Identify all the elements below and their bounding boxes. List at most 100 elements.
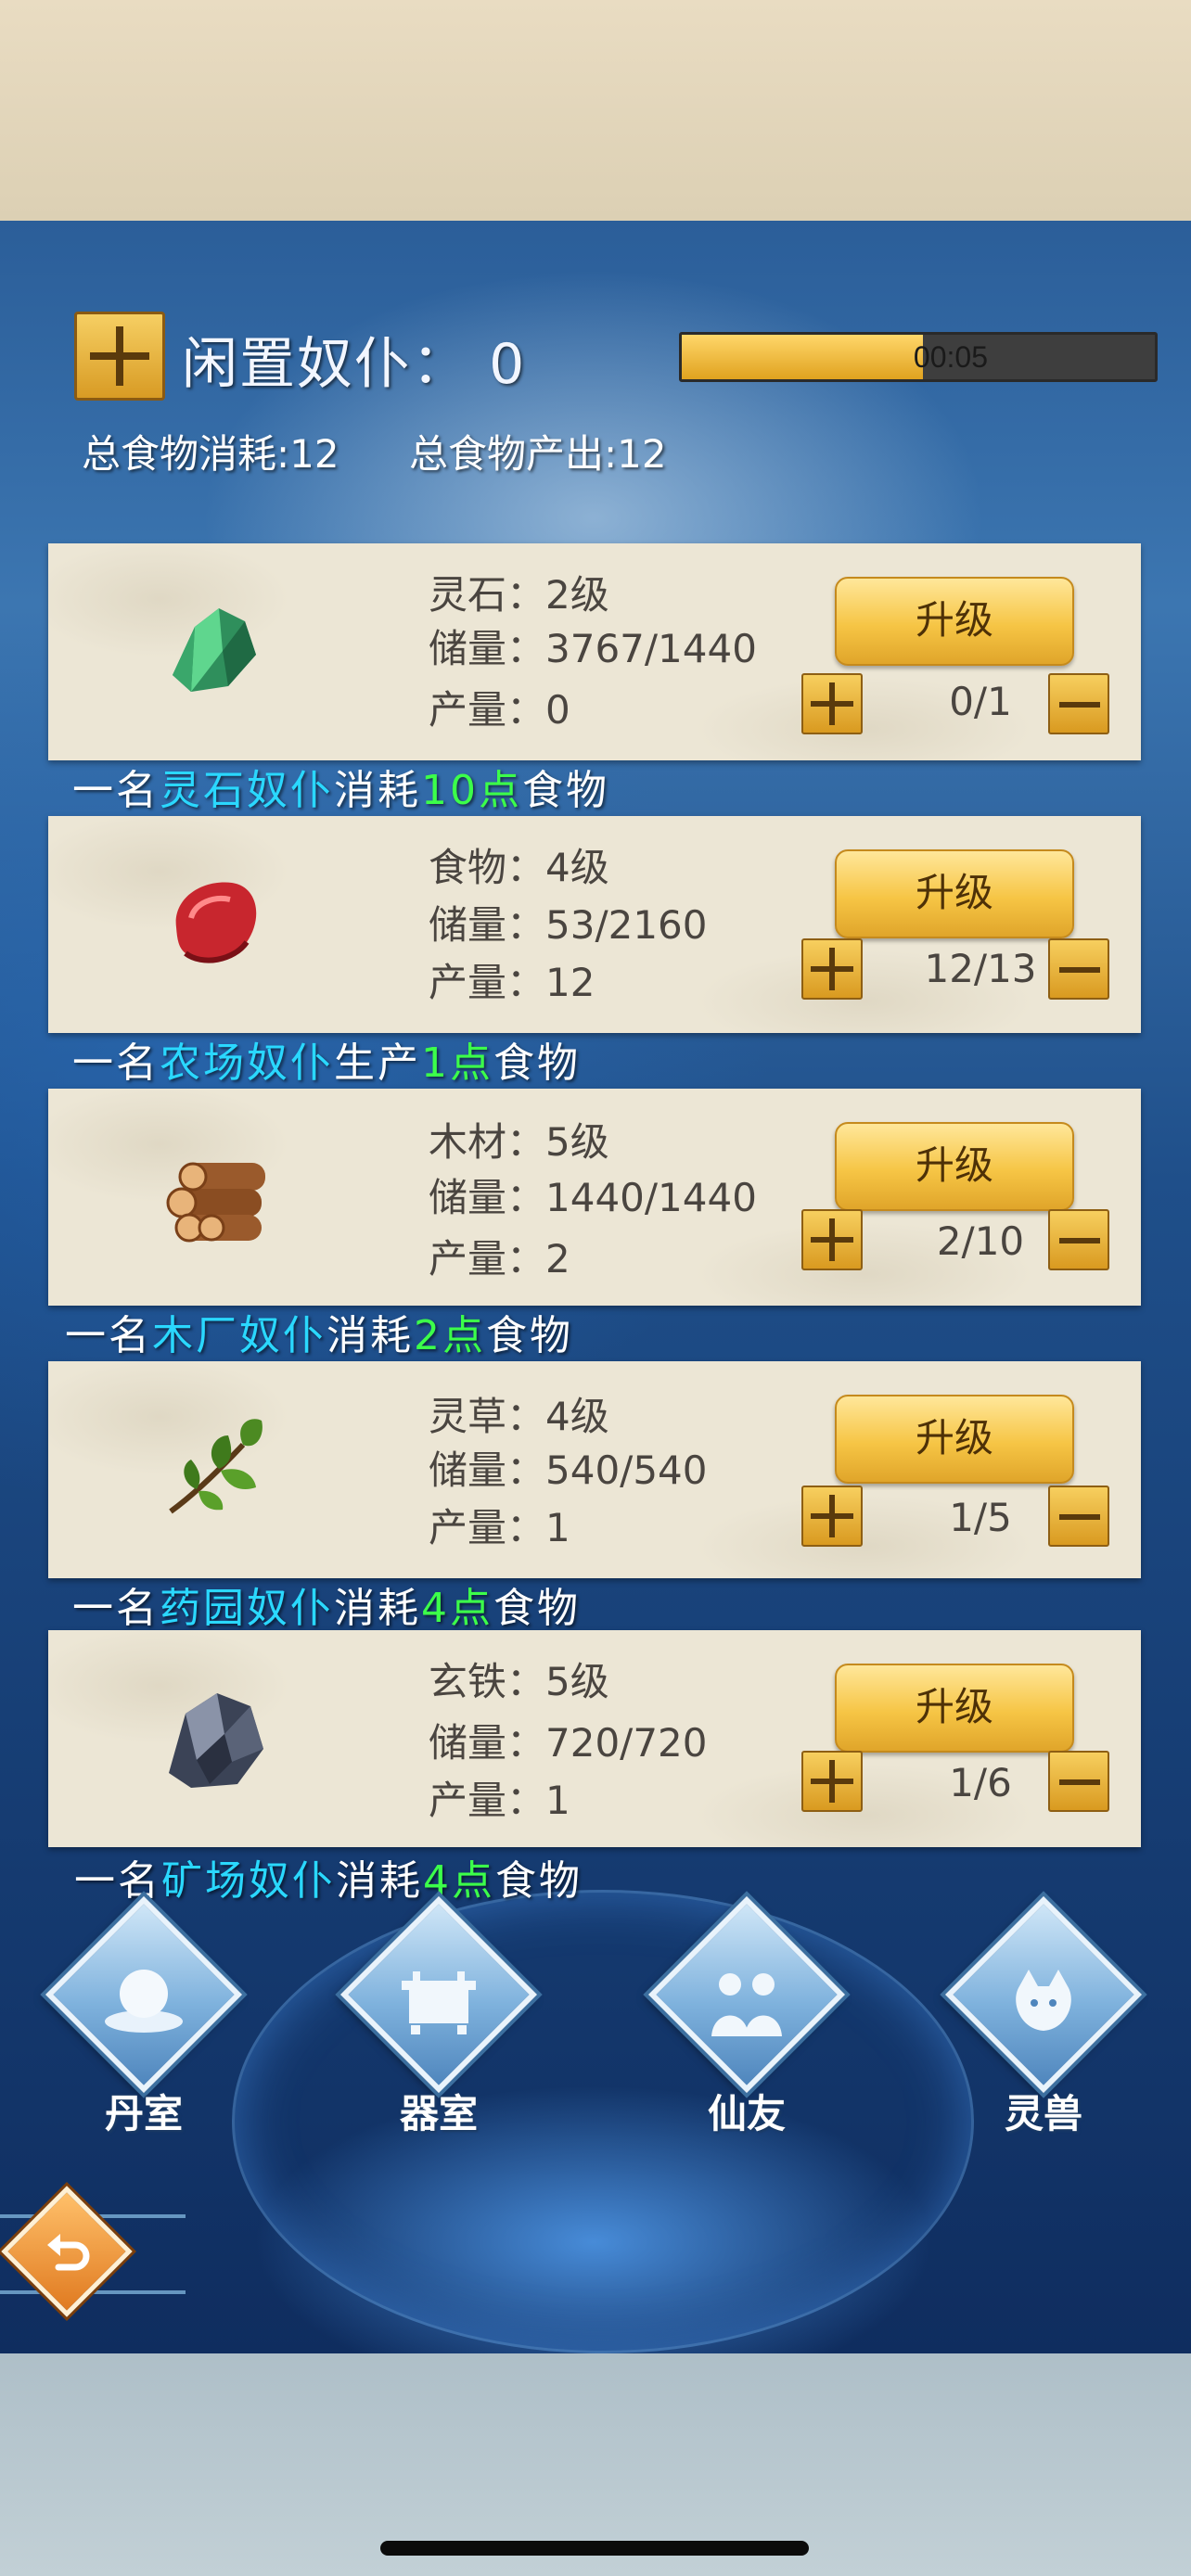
nav-label: 仙友 [707,2091,786,2136]
worker-count: 0/1 [949,679,1012,724]
note-suffix: 食物 [493,1585,581,1632]
resource-output: 产量：1 [429,1505,570,1550]
note-amount: 2点 [414,1312,486,1359]
minus-icon [1059,1238,1100,1243]
worker-count: 12/13 [924,946,1037,991]
remove-worker-button[interactable] [1048,1751,1109,1812]
return-arrow-icon [47,2234,90,2271]
resource-name-level: 木材：5级 [429,1119,609,1165]
remove-worker-button[interactable] [1048,673,1109,734]
resource-output: 产量：2 [429,1236,570,1282]
total-food-output: 总食物产出:12 [408,431,667,477]
total-food-consumption: 总食物消耗:12 [82,431,339,477]
back-button[interactable] [1,2186,133,2317]
resource-card: 玄铁：5级 储量：720/720 产量：1 升级 1/6 [48,1630,1141,1847]
resource-card: 灵石：2级 储量：3767/1440 产量：0 升级 0/1 [48,543,1141,760]
minus-icon [1059,1514,1100,1520]
home-indicator[interactable] [380,2541,809,2556]
resource-card: 木材：5级 储量：1440/1440 产量：2 升级 2/10 [48,1089,1141,1306]
idle-servants-label: 闲置奴仆： 0 [182,319,526,400]
worker-food-note: 一名灵石奴仆消耗10点食物 [72,757,609,816]
idle-servants-count: 0 [489,332,527,397]
upgrade-button[interactable]: 升级 [835,849,1074,938]
resource-storage: 储量：1440/1440 [429,1175,757,1220]
note-amount: 1点 [421,1039,493,1087]
add-worker-button[interactable] [801,938,863,1000]
note-suffix: 食物 [486,1312,573,1359]
nav-label: 灵兽 [1004,2091,1082,2136]
minus-icon [1059,702,1100,708]
nav-label: 器室 [399,2091,478,2136]
resource-card: 食物：4级 储量：53/2160 产量：12 升级 12/13 [48,816,1141,1033]
upgrade-button[interactable]: 升级 [835,577,1074,666]
idle-servants-text: 闲置奴仆： [182,332,469,397]
spirit-beast-icon [997,1964,1090,2038]
resource-name-level: 玄铁：5级 [429,1659,609,1704]
nav-alchemy-room-button[interactable]: 丹室 [45,1895,243,2136]
upgrade-button[interactable]: 升级 [835,1395,1074,1484]
minus-icon [1059,967,1100,973]
note-worker-name: 灵石奴仆 [160,767,334,814]
resource-card: 灵草：4级 储量：540/540 产量：1 升级 1/5 [48,1361,1141,1578]
note-worker-name: 矿场奴仆 [161,1857,336,1905]
add-worker-button[interactable] [801,1751,863,1812]
note-verb: 消耗 [334,767,421,814]
worker-count: 1/6 [949,1760,1012,1805]
upgrade-button[interactable]: 升级 [835,1122,1074,1211]
note-worker-name: 农场奴仆 [160,1039,334,1087]
timer-progress-bar: 00:05 [679,332,1158,382]
remove-worker-button[interactable] [1048,1486,1109,1547]
alchemy-room-icon [97,1964,190,2038]
immortal-friends-icon [700,1964,793,2038]
note-verb: 生产 [334,1039,421,1087]
note-worker-name: 木厂奴仆 [152,1312,327,1359]
resource-storage: 储量：53/2160 [429,902,708,948]
resource-storage: 储量：3767/1440 [429,626,757,671]
note-suffix: 食物 [495,1857,583,1905]
worker-food-note: 一名木厂奴仆消耗2点食物 [65,1302,573,1361]
worker-food-note: 一名药园奴仆消耗4点食物 [72,1575,581,1634]
note-prefix: 一名 [72,767,160,814]
resource-storage: 储量：720/720 [429,1720,708,1766]
worker-count: 2/10 [936,1218,1025,1264]
note-suffix: 食物 [522,767,609,814]
food-summary: 总食物消耗:12 总食物产出:12 [82,423,724,479]
note-suffix: 食物 [493,1039,581,1087]
resource-output: 产量：0 [429,687,570,733]
top-status-area [0,0,1191,221]
note-prefix: 一名 [74,1857,161,1905]
resource-output: 产量：12 [429,960,596,1005]
nav-immortal-friends-button[interactable]: 仙友 [647,1895,846,2136]
minus-icon [1059,1779,1100,1785]
note-amount: 4点 [421,1585,493,1632]
remove-worker-button[interactable] [1048,938,1109,1000]
wood-logs-icon [154,1135,273,1254]
note-worker-name: 药园奴仆 [160,1585,334,1632]
nav-forge-room-button[interactable]: 器室 [339,1895,538,2136]
add-worker-button[interactable] [801,1209,863,1270]
resource-name-level: 灵草：4级 [429,1394,609,1439]
nav-label: 丹室 [104,2091,183,2136]
resource-name-level: 食物：4级 [429,845,609,890]
add-worker-button[interactable] [801,673,863,734]
remove-worker-button[interactable] [1048,1209,1109,1270]
note-amount: 10点 [421,767,522,814]
herb-leaf-icon [154,1408,273,1526]
dark-iron-icon [154,1677,273,1795]
worker-food-note: 一名矿场奴仆消耗4点食物 [74,1847,583,1906]
resource-storage: 储量：540/540 [429,1447,708,1493]
meat-icon [154,862,273,981]
upgrade-button[interactable]: 升级 [835,1664,1074,1753]
note-verb: 消耗 [334,1585,421,1632]
add-idle-servant-button[interactable] [74,312,165,401]
note-prefix: 一名 [65,1312,152,1359]
note-prefix: 一名 [72,1039,160,1087]
forge-room-icon [392,1964,485,2038]
nav-spirit-beast-button[interactable]: 灵兽 [944,1895,1143,2136]
spirit-stone-icon [154,590,273,708]
note-prefix: 一名 [72,1585,160,1632]
resource-output: 产量：1 [429,1778,570,1823]
add-worker-button[interactable] [801,1486,863,1547]
note-verb: 消耗 [336,1857,423,1905]
timer-text: 00:05 [913,340,988,374]
